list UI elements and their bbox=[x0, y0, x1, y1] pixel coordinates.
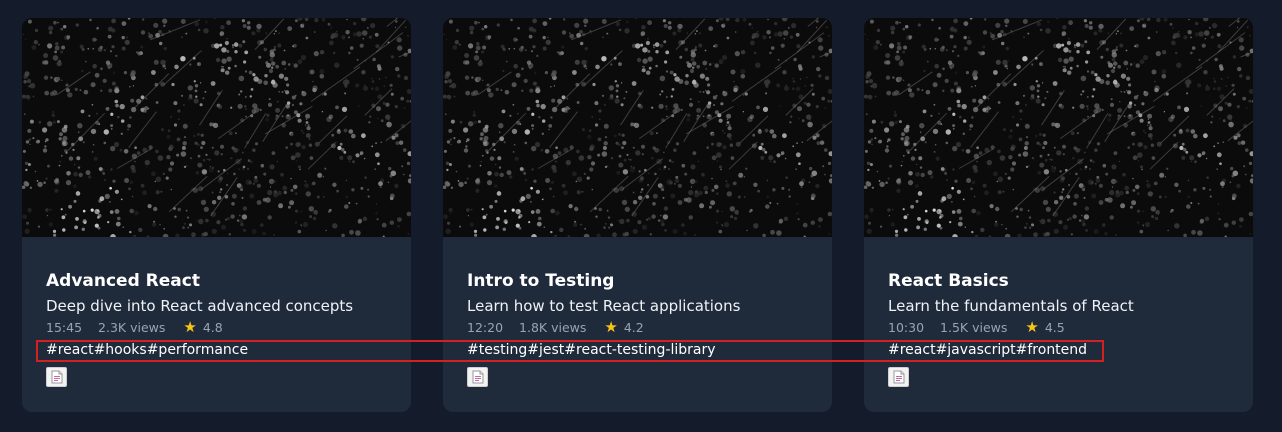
document-icon bbox=[893, 370, 905, 384]
tag-list: #react #javascript #frontend bbox=[888, 341, 1241, 359]
video-meta: 15:45 2.3K views ★ 4.8 bbox=[46, 319, 399, 336]
forest-thumbnail-image bbox=[864, 18, 1253, 237]
file-button[interactable] bbox=[888, 367, 909, 387]
tag[interactable]: #performance bbox=[147, 341, 248, 359]
tag[interactable]: #hooks bbox=[94, 341, 147, 359]
video-title[interactable]: Intro to Testing bbox=[467, 270, 820, 292]
tag[interactable]: #react bbox=[888, 341, 936, 359]
video-thumbnail[interactable] bbox=[22, 18, 411, 237]
video-card[interactable]: Advanced React Deep dive into React adva… bbox=[22, 18, 411, 412]
video-thumbnail[interactable] bbox=[443, 18, 832, 237]
video-card[interactable]: Intro to Testing Learn how to test React… bbox=[443, 18, 832, 412]
file-button[interactable] bbox=[46, 367, 67, 387]
tag-list: #testing #jest #react-testing-library bbox=[467, 341, 820, 359]
video-title[interactable]: React Basics bbox=[888, 270, 1241, 292]
video-description: Learn how to test React applications bbox=[467, 297, 741, 315]
video-duration: 12:20 bbox=[467, 320, 504, 335]
star-icon: ★ bbox=[183, 318, 197, 336]
video-card[interactable]: React Basics Learn the fundamentals of R… bbox=[864, 18, 1253, 412]
tag[interactable]: #react-testing-library bbox=[564, 341, 715, 359]
video-meta: 12:20 1.8K views ★ 4.2 bbox=[467, 319, 820, 336]
star-icon: ★ bbox=[1025, 318, 1039, 336]
tag-list: #react #hooks #performance bbox=[46, 341, 399, 359]
video-duration: 15:45 bbox=[46, 320, 83, 335]
tag[interactable]: #react bbox=[46, 341, 94, 359]
video-thumbnail[interactable] bbox=[864, 18, 1253, 237]
video-meta: 10:30 1.5K views ★ 4.5 bbox=[888, 319, 1241, 336]
video-rating: 4.2 bbox=[623, 320, 644, 335]
video-title[interactable]: Advanced React bbox=[46, 270, 399, 292]
tag[interactable]: #jest bbox=[527, 341, 564, 359]
video-views: 1.8K views bbox=[519, 320, 587, 335]
tag[interactable]: #frontend bbox=[1016, 341, 1087, 359]
video-views: 1.5K views bbox=[940, 320, 1008, 335]
tag[interactable]: #javascript bbox=[936, 341, 1016, 359]
video-description: Deep dive into React advanced concepts bbox=[46, 297, 354, 315]
video-description: Learn the fundamentals of React bbox=[888, 297, 1134, 315]
card-body: Intro to Testing Learn how to test React… bbox=[467, 270, 820, 359]
forest-thumbnail-image bbox=[22, 18, 411, 237]
star-icon: ★ bbox=[604, 318, 618, 336]
video-rating: 4.5 bbox=[1044, 320, 1065, 335]
card-body: React Basics Learn the fundamentals of R… bbox=[888, 270, 1241, 359]
forest-thumbnail-image bbox=[443, 18, 832, 237]
file-button[interactable] bbox=[467, 367, 488, 387]
card-body: Advanced React Deep dive into React adva… bbox=[46, 270, 399, 359]
document-icon bbox=[472, 370, 484, 384]
video-card-grid: Advanced React Deep dive into React adva… bbox=[0, 0, 1282, 432]
video-duration: 10:30 bbox=[888, 320, 925, 335]
document-icon bbox=[51, 370, 63, 384]
tag[interactable]: #testing bbox=[467, 341, 527, 359]
video-rating: 4.8 bbox=[202, 320, 223, 335]
video-views: 2.3K views bbox=[98, 320, 166, 335]
